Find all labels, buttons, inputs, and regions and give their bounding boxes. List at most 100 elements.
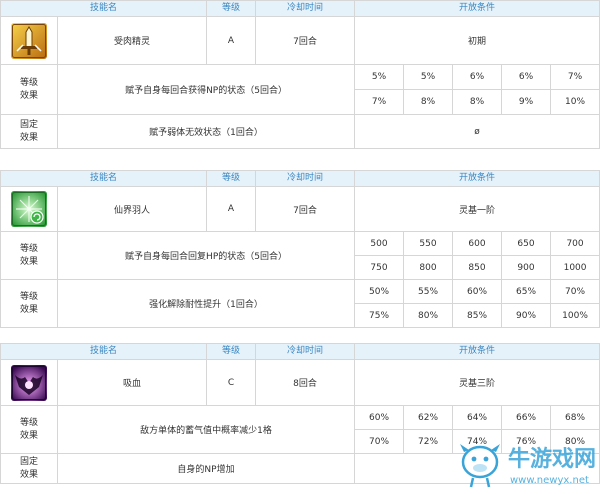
effect-value: 72%	[403, 429, 454, 454]
effect-row: 等级效果 赋予自身每回合获得NP的状态（5回合） 5% 5% 6% 6% 7%	[0, 64, 600, 115]
effect-value: 62%	[403, 405, 454, 430]
effect-value: 8%	[452, 89, 503, 115]
effect-label: 等级	[19, 417, 38, 428]
fixed-desc: 赋予弱体无效状态（1回合）	[56, 114, 356, 149]
fixed-value: ø	[354, 114, 600, 149]
effect-value: 100%	[550, 303, 600, 328]
header-cooldown: 冷却时间	[287, 3, 324, 13]
effect-label: 等级	[19, 77, 38, 88]
skill-main-row: 仙界羽人 A 7回合 灵基一阶	[0, 186, 600, 232]
effect-desc: 敌方单体的蓄气值中概率减少1格	[56, 405, 356, 454]
skill-condition: 灵基三阶	[354, 359, 600, 406]
effect-value: 5%	[403, 64, 454, 90]
fixed-effect-row: 固定效果 赋予弱体无效状态（1回合） ø	[0, 114, 600, 149]
effect-row: 等级 效果 赋予自身每回合回复HP的状态（5回合） 500 550 600 650…	[0, 231, 600, 280]
skill-grade: A	[206, 16, 257, 65]
effect-row: 等级效果 强化解除耐性提升（1回合） 50% 55% 60% 65% 70%	[0, 279, 600, 328]
golden-sword-icon	[11, 22, 47, 59]
effect-value: 64%	[452, 405, 503, 430]
effect-value: 70%	[354, 429, 405, 454]
effect-value: 750	[354, 255, 405, 280]
skill-cooldown: 7回合	[255, 16, 356, 65]
purple-vampire-icon	[11, 364, 47, 401]
skill-main-row: 吸血 C 8回合 灵基三阶	[0, 359, 600, 406]
skill-cooldown: 8回合	[255, 359, 356, 406]
effect-value: 85%	[452, 303, 503, 328]
header-level: 等级	[222, 173, 241, 183]
effect-value: 6%	[452, 64, 503, 90]
effect-label: 等级	[19, 291, 38, 302]
effect-value: 900	[501, 255, 552, 280]
effect-value: 700	[550, 231, 600, 256]
effect-value: 80%	[403, 303, 454, 328]
header-condition: 开放条件	[459, 3, 496, 13]
skill-header-row: 技能名 等级 冷却时间 开放条件	[0, 170, 600, 187]
skill-main-row: 受肉精灵 A 7回合 初期	[0, 16, 600, 65]
effect-value: 90%	[501, 303, 552, 328]
effect-value: 1000	[550, 255, 600, 280]
effect-value: 650	[501, 231, 552, 256]
green-heal-icon	[11, 191, 47, 227]
effect-desc: 强化解除耐性提升（1回合）	[56, 279, 356, 328]
skill-name: 仙界羽人	[56, 186, 208, 232]
skill-header-row: 技能名 等级 冷却时间 开放条件	[0, 0, 600, 17]
header-condition: 开放条件	[459, 346, 496, 356]
effect-label: 效果	[19, 430, 38, 441]
header-name: 技能名	[90, 173, 118, 183]
site-watermark: 牛游戏网 www.newyx.net	[458, 432, 600, 491]
header-level: 等级	[222, 346, 241, 356]
effect-label: 效果	[19, 256, 38, 267]
effect-value: 550	[403, 231, 454, 256]
effect-row: 等级效果 敌方单体的蓄气值中概率减少1格 60% 62% 64% 66% 68%	[0, 405, 600, 454]
effect-value: 5%	[354, 64, 405, 90]
skill-table-2: 技能名 等级 冷却时间 开放条件 仙界羽人 A 7回合 灵基一阶 等级 效果 赋…	[0, 170, 600, 328]
skill-grade: C	[206, 359, 257, 406]
skill-name: 受肉精灵	[56, 16, 208, 65]
effect-value: 8%	[403, 89, 454, 115]
header-cooldown: 冷却时间	[287, 173, 324, 183]
effect-value: 6%	[501, 64, 552, 90]
effect-value: 500	[354, 231, 405, 256]
effect-value: 7%	[354, 89, 405, 115]
skill-grade: A	[206, 186, 257, 232]
effect-label: 效果	[19, 90, 38, 101]
header-name: 技能名	[90, 346, 118, 356]
skill-table-1: 技能名 等级 冷却时间 开放条件 受肉精灵 A 7回合 初期 等级 效果 赋予自…	[0, 0, 600, 149]
header-name: 技能名	[90, 3, 118, 13]
skill-header-row: 技能名 等级 冷却时间 开放条件	[0, 343, 600, 360]
skill-cooldown: 7回合	[255, 186, 356, 232]
fixed-label: 效果	[19, 132, 38, 143]
watermark-title: 牛游戏网	[508, 446, 596, 472]
effect-value: 60%	[354, 405, 405, 430]
effect-value: 800	[403, 255, 454, 280]
effect-value: 55%	[403, 279, 454, 304]
header-level: 等级	[222, 3, 241, 13]
watermark-url: www.newyx.net	[510, 475, 589, 486]
effect-value: 9%	[501, 89, 552, 115]
fixed-label: 固定	[19, 456, 38, 467]
effect-value: 66%	[501, 405, 552, 430]
effect-label: 效果	[19, 304, 38, 315]
skill-condition: 灵基一阶	[354, 186, 600, 232]
fixed-label: 固定	[19, 119, 38, 130]
fixed-label: 效果	[19, 469, 38, 480]
effect-value: 850	[452, 255, 503, 280]
effect-desc: 赋予自身每回合回复HP的状态（5回合）	[56, 231, 356, 280]
effect-value: 10%	[550, 89, 600, 115]
effect-value: 7%	[550, 64, 600, 90]
effect-value: 75%	[354, 303, 405, 328]
skill-name: 吸血	[56, 359, 208, 406]
effect-value: 600	[452, 231, 503, 256]
header-cooldown: 冷却时间	[287, 346, 324, 356]
skill-page: 技能名 等级 冷却时间 开放条件 受肉精灵 A 7回合 初期 等级 效果 赋予自…	[0, 0, 600, 491]
effect-value: 60%	[452, 279, 503, 304]
header-condition: 开放条件	[459, 173, 496, 183]
effect-value: 50%	[354, 279, 405, 304]
effect-value: 68%	[550, 405, 600, 430]
effect-desc: 赋予自身每回合获得NP的状态（5回合）	[56, 64, 356, 115]
skill-condition: 初期	[354, 16, 600, 65]
fixed-desc: 自身的NP增加	[56, 453, 356, 484]
effect-value: 70%	[550, 279, 600, 304]
cow-mascot-icon: 牛游戏网 www.newyx.net	[460, 444, 596, 488]
effect-value: 65%	[501, 279, 552, 304]
